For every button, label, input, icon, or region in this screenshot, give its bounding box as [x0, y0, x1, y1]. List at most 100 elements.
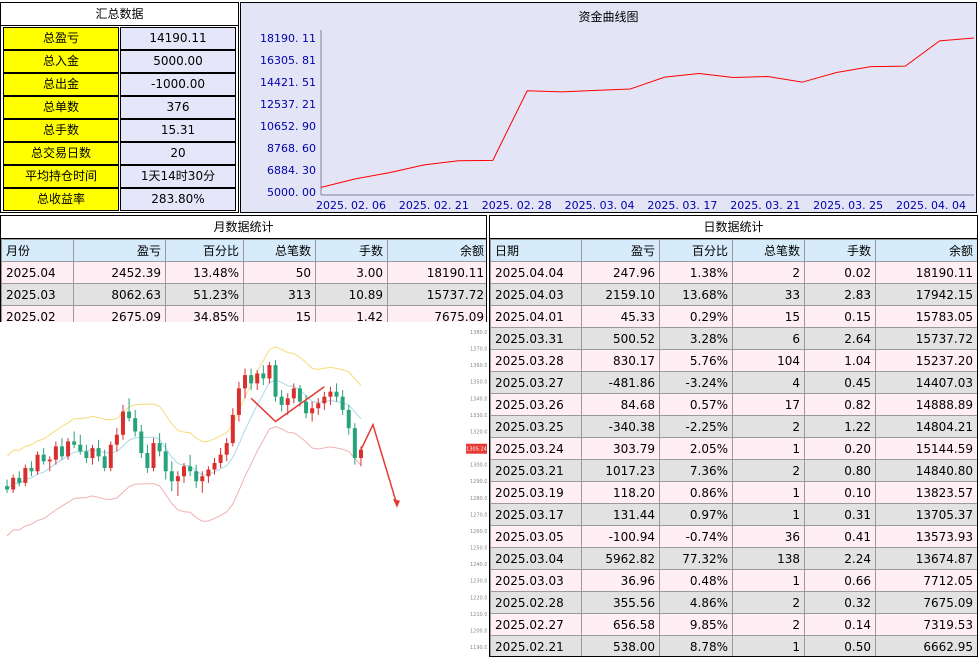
- table-cell: 2025.02.28: [490, 591, 582, 614]
- table-cell: 2025.03.21: [490, 459, 582, 482]
- table-row[interactable]: 2025.03 8062.63 51.23% 313 10.89 15737.72: [1, 283, 486, 306]
- table-row[interactable]: 2025.04.03 2159.10 13.68% 33 2.83 17942.15: [490, 283, 977, 306]
- table-row[interactable]: 2025.03.27 -481.86 -3.24% 4 0.45 14407.03: [490, 371, 977, 394]
- table-row[interactable]: 2025.02.27 656.58 9.85% 2 0.14 7319.53: [490, 613, 977, 636]
- table-cell: 131.44: [581, 503, 660, 526]
- column-header[interactable]: 余额: [875, 239, 977, 262]
- price-tick-label: 1290.00: [470, 479, 487, 485]
- column-header[interactable]: 百分比: [165, 239, 244, 262]
- column-header[interactable]: 手数: [804, 239, 876, 262]
- table-cell: 2025.02.21: [490, 635, 582, 656]
- table-row[interactable]: 2025.03.24 303.79 2.05% 1 0.20 15144.59: [490, 437, 977, 460]
- table-row[interactable]: 2025.03.31 500.52 3.28% 6 2.64 15737.72: [490, 327, 977, 350]
- table-cell: 2025.03.25: [490, 415, 582, 438]
- table-row[interactable]: 2025.04 2452.39 13.48% 50 3.00 18190.11: [1, 261, 486, 284]
- table-cell: -340.38: [581, 415, 660, 438]
- table-cell: 2025.04.03: [490, 283, 582, 306]
- column-header[interactable]: 余额: [387, 239, 486, 262]
- table-cell: 15783.05: [875, 305, 977, 328]
- table-row[interactable]: 2025.04.04 247.96 1.38% 2 0.02 18190.11: [490, 261, 977, 284]
- equity-chart-panel: 资金曲线图 18190. 11 16305. 81 14421. 51 12537. …: [240, 2, 977, 213]
- candle: [346, 409, 351, 429]
- summary-label: 总出金: [3, 73, 119, 96]
- table-cell: 2.64: [804, 327, 876, 350]
- column-header[interactable]: 日期: [490, 239, 582, 262]
- table-cell: 2025.04.04: [490, 261, 582, 284]
- table-row[interactable]: 2025.03.21 1017.23 7.36% 2 0.80 14840.80: [490, 459, 977, 482]
- price-tick-label: 1320.00: [470, 429, 487, 435]
- x-tick-label: 2025. 03. 21: [730, 199, 800, 212]
- column-header[interactable]: 百分比: [659, 239, 733, 262]
- candle: [23, 467, 28, 483]
- x-tick-label: 2025. 02. 28: [482, 199, 552, 212]
- summary-value: 283.80%: [120, 188, 236, 211]
- table-cell: 2025.03.19: [490, 481, 582, 504]
- table-row[interactable]: 2025.02.21 538.00 8.78% 1 0.50 6662.95: [490, 635, 977, 656]
- monthly-stats-panel: 月数据统计 月份 盈亏 百分比 总笔数 手数 余额 2025.04 2452.39 13.48…: [0, 215, 487, 327]
- table-row[interactable]: 2025.03.17 131.44 0.97% 1 0.31 13705.37: [490, 503, 977, 526]
- column-header[interactable]: 盈亏: [581, 239, 660, 262]
- candle: [41, 454, 46, 462]
- table-row[interactable]: 2025.02.28 355.56 4.86% 2 0.32 7675.09: [490, 591, 977, 614]
- table-row[interactable]: 2025.04.01 45.33 0.29% 15 0.15 15783.05: [490, 305, 977, 328]
- table-cell: 2025.02.27: [490, 613, 582, 636]
- table-row[interactable]: 2025.03.28 830.17 5.76% 104 1.04 15237.20: [490, 349, 977, 372]
- table-cell: 656.58: [581, 613, 660, 636]
- table-cell: 3.28%: [659, 327, 733, 350]
- candle: [304, 401, 309, 414]
- table-cell: 15144.59: [875, 437, 977, 460]
- table-cell: 6662.95: [875, 635, 977, 656]
- table-row[interactable]: 2025.03.26 84.68 0.57% 17 0.82 14888.89: [490, 393, 977, 416]
- column-header[interactable]: 月份: [1, 239, 74, 262]
- candle: [328, 391, 333, 397]
- column-header[interactable]: 总笔数: [243, 239, 316, 262]
- table-cell: 33: [732, 283, 805, 306]
- x-tick-label: 2025. 02. 06: [316, 199, 386, 212]
- summary-value: 376: [120, 96, 236, 119]
- table-cell: 1.38%: [659, 261, 733, 284]
- summary-value: -1000.00: [120, 73, 236, 96]
- candle: [261, 373, 266, 379]
- candle: [358, 449, 363, 458]
- candle: [5, 486, 10, 490]
- candle: [84, 451, 89, 458]
- table-cell: 2025.03.26: [490, 393, 582, 416]
- candle: [35, 454, 40, 472]
- column-header[interactable]: 盈亏: [73, 239, 166, 262]
- y-tick-label: 18190. 11: [260, 32, 316, 45]
- table-row[interactable]: 2025.03.19 118.20 0.86% 1 0.10 13823.57: [490, 481, 977, 504]
- candle: [163, 451, 168, 472]
- table-row[interactable]: 2025.03.25 -340.38 -2.25% 2 1.22 14804.21: [490, 415, 977, 438]
- table-cell: 0.45: [804, 371, 876, 394]
- arrow-head: [392, 498, 400, 508]
- summary-row: 总出金 -1000.00: [1, 73, 238, 96]
- table-cell: 14888.89: [875, 393, 977, 416]
- candle: [194, 471, 199, 482]
- candle: [169, 471, 174, 482]
- table-cell: 2.83: [804, 283, 876, 306]
- table-cell: 14840.80: [875, 459, 977, 482]
- price-tick-label: 1260.00: [470, 529, 487, 535]
- table-cell: 2025.03.05: [490, 525, 582, 548]
- table-row[interactable]: 2025.03.05 -100.94 -0.74% 36 0.41 13573.93: [490, 525, 977, 548]
- table-cell: 10.89: [315, 283, 388, 306]
- table-row[interactable]: 2025.03.04 5962.82 77.32% 138 2.24 13674.87: [490, 547, 977, 570]
- candle: [218, 454, 223, 463]
- summary-row: 总盈亏 14190.11: [1, 27, 238, 50]
- table-cell: 1.22: [804, 415, 876, 438]
- table-row[interactable]: 2025.03.03 36.96 0.48% 1 0.66 7712.05: [490, 569, 977, 592]
- summary-label: 总单数: [3, 96, 119, 119]
- candle: [90, 448, 95, 458]
- table-cell: 17942.15: [875, 283, 977, 306]
- table-cell: 14804.21: [875, 415, 977, 438]
- table-cell: 7675.09: [875, 591, 977, 614]
- summary-value: 14190.11: [120, 27, 236, 50]
- summary-row: 平均持仓时间 1天14时30分: [1, 165, 238, 188]
- summary-label: 总收益率: [3, 188, 119, 211]
- candle: [322, 396, 327, 404]
- column-header[interactable]: 手数: [315, 239, 388, 262]
- x-tick-label: 2025. 03. 04: [565, 199, 635, 212]
- candle: [236, 388, 241, 415]
- table-cell: 15: [732, 305, 805, 328]
- column-header[interactable]: 总笔数: [732, 239, 805, 262]
